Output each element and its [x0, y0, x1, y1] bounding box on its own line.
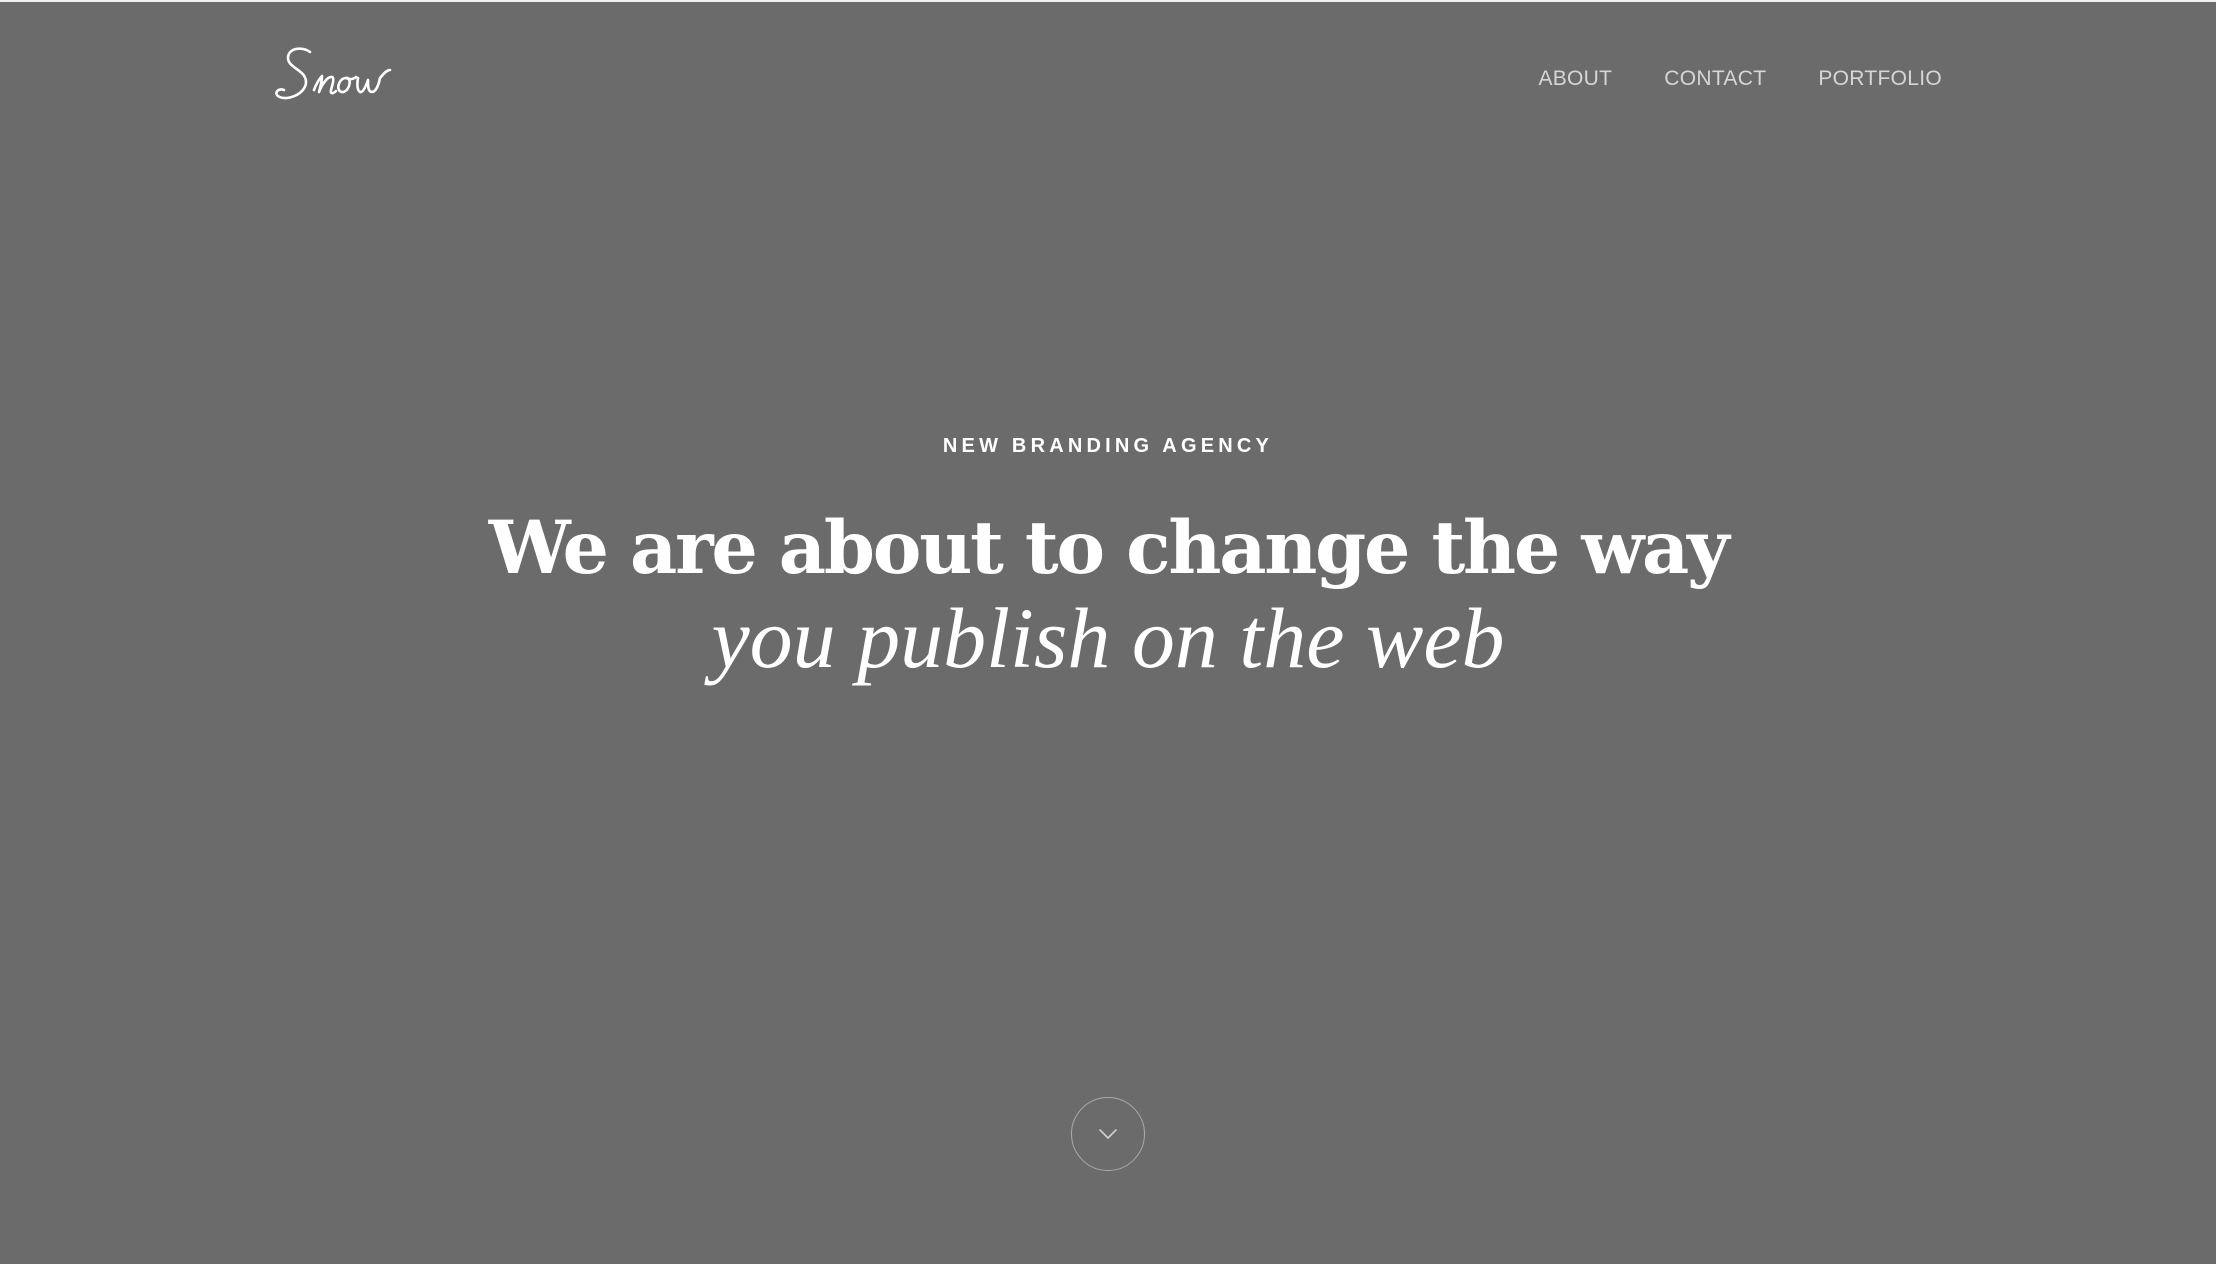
- nav-about[interactable]: ABOUT: [1538, 66, 1612, 92]
- hero-subline: you publish on the web: [711, 590, 1505, 686]
- nav-contact[interactable]: CONTACT: [1664, 66, 1766, 92]
- logo-mark: [275, 47, 392, 100]
- top-border: [0, 0, 2216, 2]
- logo[interactable]: [272, 40, 412, 110]
- hero-headline: We are about to change the way: [488, 505, 1730, 591]
- hero: NEW BRANDING AGENCY We are about to chan…: [0, 432, 2216, 684]
- hero-eyebrow: NEW BRANDING AGENCY: [942, 435, 1274, 457]
- main-nav: ABOUT CONTACT PORTFOLIO: [1486, 66, 1942, 92]
- chevron-down-icon: [1099, 1129, 1117, 1139]
- nav-portfolio[interactable]: PORTFOLIO: [1818, 66, 1942, 92]
- scroll-down-button[interactable]: [1071, 1097, 1145, 1171]
